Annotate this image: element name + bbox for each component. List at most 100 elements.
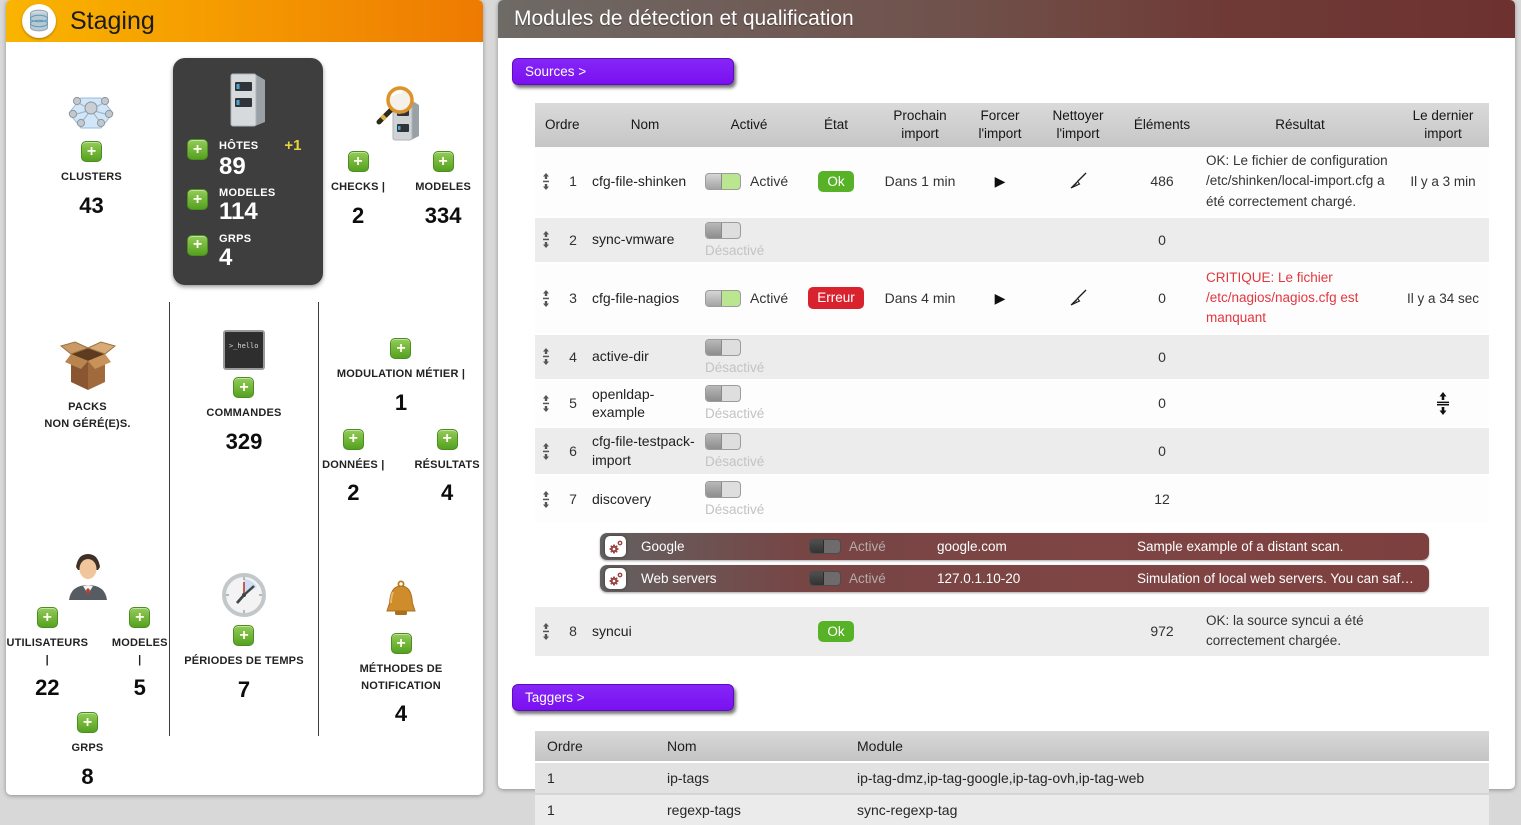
add-cluster-icon[interactable]: + [81, 141, 102, 162]
col-nom: Nom [589, 112, 701, 138]
modulation-label: MODULATION MÉTIER | [337, 366, 465, 383]
toggle-label: Désactivé [705, 406, 764, 421]
packs-label: PACKS NON GÉRÉ(E)S. [44, 399, 130, 432]
clean-import-icon[interactable] [1069, 172, 1088, 190]
add-modulation-icon[interactable]: + [390, 338, 411, 359]
clusters-count: 43 [79, 193, 103, 219]
add-user-model-icon[interactable]: + [129, 607, 150, 628]
force-import-icon[interactable]: ▶ [995, 290, 1006, 307]
add-timeperiod-icon[interactable]: + [233, 625, 254, 646]
terminal-icon: >_hello [223, 330, 265, 370]
row-order: 6 [557, 439, 589, 463]
subsource-row-google[interactable]: Google Activé google.com Sample example … [600, 533, 1429, 560]
checks-tile[interactable]: + CHECKS | 2 + MODELES 334 [331, 84, 471, 229]
result-text: OK: la source syncui a été correctement … [1206, 611, 1394, 652]
source-row-cfg-file-shinken: 1 cfg-file-shinken Activé Ok Dans 1 min … [535, 147, 1489, 218]
drag-handle-icon[interactable] [538, 348, 554, 365]
add-host-group-icon[interactable]: + [187, 235, 208, 256]
next-import: Dans 4 min [875, 286, 965, 310]
enabled-toggle[interactable] [705, 290, 741, 307]
add-notifway-icon[interactable]: + [391, 633, 412, 654]
host-groups-count: 4 [219, 245, 251, 271]
hosts-delta-badge: +1 [284, 137, 301, 154]
add-host-model-icon[interactable]: + [187, 189, 208, 210]
drag-handle-icon[interactable] [538, 623, 554, 640]
clusters-tile[interactable]: + CLUSTERS 43 [61, 92, 122, 219]
toggle-label: Désactivé [705, 502, 764, 517]
subsource-target: google.com [937, 539, 1137, 554]
drag-handle-icon[interactable] [538, 395, 554, 412]
notifications-tile[interactable]: + MÉTHODES DE NOTIFICATION 4 [360, 580, 443, 727]
drag-handle-icon[interactable] [538, 173, 554, 190]
enabled-toggle[interactable] [809, 539, 841, 554]
timeperiods-tile[interactable]: + PÉRIODES DE TEMPS 7 [184, 572, 304, 703]
subsource-description: Simulation of local web servers. You can… [1137, 571, 1417, 586]
enabled-toggle[interactable] [705, 433, 741, 450]
commands-tile[interactable]: >_hello + COMMANDES 329 [206, 330, 281, 455]
hosts-count: 89 [219, 154, 302, 180]
notifways-count: 4 [395, 701, 407, 727]
status-badge: Erreur [808, 287, 864, 309]
enabled-toggle[interactable] [705, 481, 741, 498]
add-command-icon[interactable]: + [233, 377, 254, 398]
subsource-name: Google [641, 539, 809, 554]
add-user-group-icon[interactable]: + [77, 712, 98, 733]
enabled-toggle[interactable] [809, 571, 841, 586]
source-name: cfg-file-nagios [589, 285, 701, 312]
enabled-toggle[interactable] [705, 339, 741, 356]
user-groups-count: 8 [81, 764, 93, 790]
source-row-openldap-example: 5 openldap-example Désactivé 0 [535, 381, 1489, 429]
clean-import-icon[interactable] [1069, 289, 1088, 307]
row-order: 5 [557, 391, 589, 415]
source-name: active-dir [589, 343, 701, 370]
staging-panel: Staging [6, 0, 483, 795]
toggle-label: Activé [849, 571, 886, 586]
add-check-model-icon[interactable]: + [433, 151, 454, 172]
add-data-icon[interactable]: + [343, 429, 364, 450]
enabled-toggle[interactable] [705, 173, 741, 190]
check-models-count: 334 [425, 203, 462, 229]
sources-button[interactable]: Sources > [512, 58, 734, 85]
tagger-module: ip-tag-dmz,ip-tag-google,ip-tag-ovh,ip-t… [845, 770, 1489, 786]
users-label: UTILISATEURS | [6, 635, 89, 668]
data-count: 2 [347, 480, 359, 506]
source-name: sync-vmware [589, 226, 701, 253]
subsource-row-web-servers[interactable]: Web servers Activé 127.0.1.10-20 Simulat… [600, 565, 1429, 592]
user-groups-label: GRPS [72, 740, 104, 757]
drag-handle-icon[interactable] [538, 443, 554, 460]
taggers-button[interactable]: Taggers > [512, 684, 734, 711]
tagger-name: ip-tags [655, 770, 845, 786]
hosts-tile[interactable]: + HÔTES +1 89 + MODELES 114 [173, 58, 323, 285]
user-models-count: 5 [134, 675, 146, 701]
add-result-icon[interactable]: + [437, 429, 458, 450]
row-order: 8 [557, 619, 589, 643]
drag-handle-icon[interactable] [538, 231, 554, 248]
discovery-subsources: Google Activé google.com Sample example … [535, 522, 1489, 607]
clusters-label: CLUSTERS [61, 169, 122, 186]
modulation-tile[interactable]: + MODULATION MÉTIER | 1 + DONNÉES | 2 + … [322, 338, 480, 506]
users-tile[interactable]: + UTILISATEURS | 22 + MODELES | 5 + GRPS… [6, 550, 169, 790]
drag-handle-icon[interactable] [538, 290, 554, 307]
results-count: 4 [441, 480, 453, 506]
row-order: 1 [557, 169, 589, 193]
source-row-active-dir: 4 active-dir Désactivé 0 [535, 335, 1489, 381]
bell-icon [381, 580, 421, 626]
notifways-label: MÉTHODES DE NOTIFICATION [360, 661, 443, 694]
source-row-cfg-file-testpack-import: 6 cfg-file-testpack-import Désactivé 0 [535, 428, 1489, 476]
force-import-icon[interactable]: ▶ [995, 173, 1006, 190]
add-check-icon[interactable]: + [348, 151, 369, 172]
enabled-toggle[interactable] [705, 385, 741, 402]
row-resize-icon[interactable] [1435, 391, 1451, 415]
drag-handle-icon[interactable] [538, 491, 554, 508]
results-label: RÉSULTATS [414, 457, 479, 474]
status-badge: Ok [818, 621, 853, 643]
packs-tile[interactable]: PACKS NON GÉRÉ(E)S. [44, 340, 130, 432]
database-icon [22, 4, 56, 38]
add-host-icon[interactable]: + [187, 139, 208, 160]
enabled-toggle[interactable] [705, 222, 741, 239]
add-user-icon[interactable]: + [37, 607, 58, 628]
elements-count: 12 [1121, 487, 1203, 511]
col-ordre: Ordre [535, 112, 589, 138]
result-text: OK: Le fichier de configuration /etc/shi… [1206, 151, 1394, 212]
elements-count: 0 [1121, 228, 1203, 252]
